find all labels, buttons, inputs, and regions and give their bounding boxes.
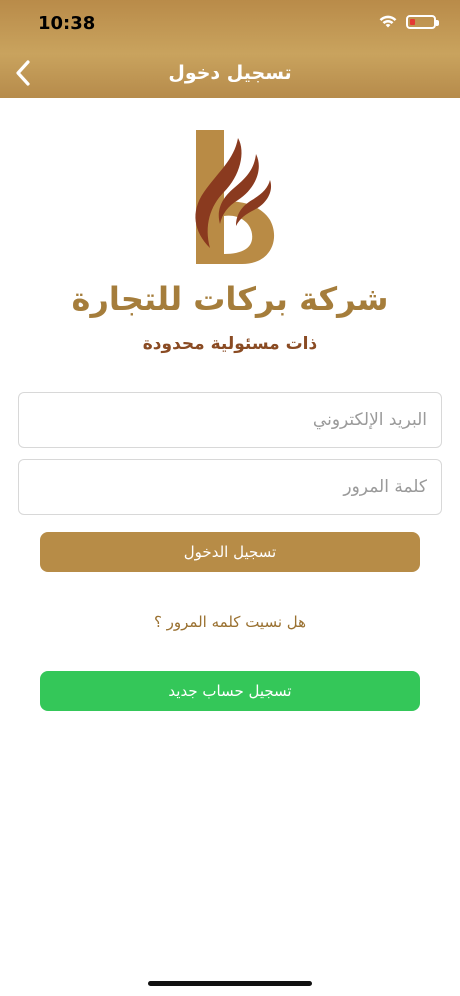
wifi-icon	[378, 14, 398, 29]
battery-low-icon	[406, 14, 439, 29]
company-logo	[195, 130, 275, 264]
email-input[interactable]	[19, 393, 441, 447]
login-button[interactable]: تسجيل الدخول	[40, 532, 420, 572]
register-button[interactable]: تسجيل حساب جديد	[40, 671, 420, 711]
company-name: شركة بركات للتجارة	[71, 280, 389, 318]
status-time: 10:38	[38, 13, 96, 34]
company-subtitle: ذات مسئولية محدودة	[142, 334, 318, 354]
forgot-password-link[interactable]: هل نسيت كلمه المرور ؟	[0, 613, 460, 631]
password-field[interactable]	[18, 459, 442, 515]
status-icons	[378, 14, 439, 29]
page-title: تسجيل دخول	[168, 62, 292, 84]
home-indicator	[148, 981, 312, 986]
email-field[interactable]	[18, 392, 442, 448]
password-input[interactable]	[19, 460, 441, 514]
nav-header: 10:38 تسجيل دخول	[0, 0, 460, 98]
